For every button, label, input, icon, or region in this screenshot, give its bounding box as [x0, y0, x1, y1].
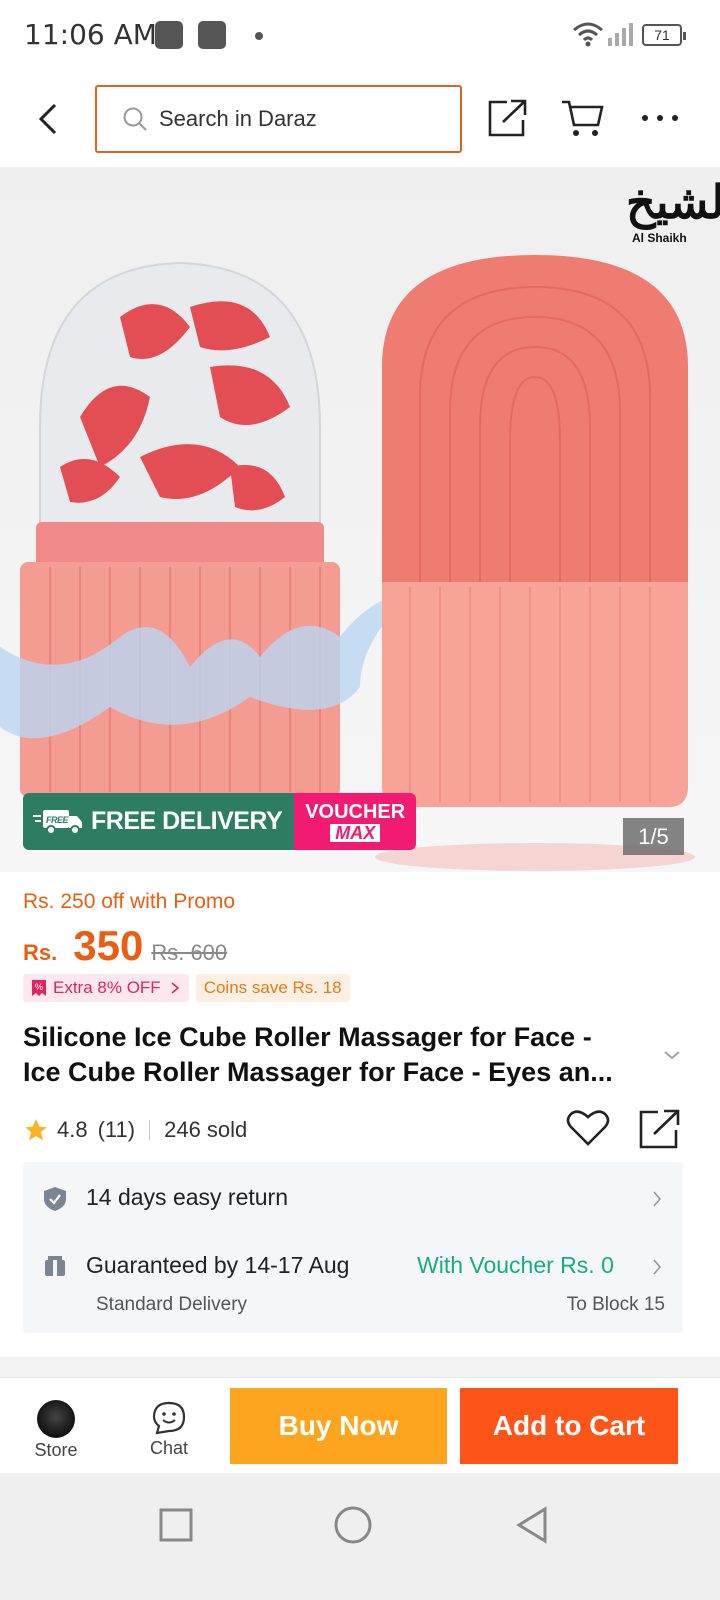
product-title-line1: Silicone Ice Cube Roller Massager for Fa… — [23, 1022, 592, 1052]
discount-tags: % Extra 8% OFF Coins save Rs. 18 — [23, 974, 350, 1002]
more-button[interactable] — [636, 94, 684, 142]
svg-text:%: % — [35, 982, 43, 992]
chevron-right-icon — [653, 1259, 662, 1275]
product-title-line2: Ice Cube Roller Massager for Face - Eyes… — [23, 1057, 613, 1087]
sold-count: 246 sold — [164, 1117, 248, 1142]
image-counter: 1/5 — [623, 818, 684, 855]
cart-icon — [562, 100, 604, 136]
service-card: 14 days easy return Guaranteed by 14-17 … — [23, 1162, 683, 1333]
top-nav: Search in Daraz — [0, 72, 720, 167]
back-icon — [38, 103, 57, 135]
package-icon — [45, 1256, 65, 1276]
chat-icon — [152, 1401, 186, 1435]
free-delivery-text: FREE DELIVERY — [91, 807, 283, 835]
coins-tag: Coins save Rs. 18 — [195, 974, 350, 1002]
search-input[interactable]: Search in Daraz — [95, 85, 462, 153]
store-button[interactable]: Store — [16, 1400, 96, 1461]
delivery-row[interactable]: Guaranteed by 14-17 Aug With Voucher Rs.… — [23, 1234, 683, 1333]
voucher-max-badge: VOUCHER MAX — [294, 793, 417, 850]
promo-text: Rs. 250 off with Promo — [23, 890, 236, 913]
divider — [149, 1120, 151, 1140]
review-count: (11) — [97, 1117, 136, 1142]
status-bar: 11:06 AM 71 — [0, 0, 720, 72]
section-divider — [0, 1357, 720, 1377]
promo-badge: FREE FREE DELIVERY VOUCHER MAX — [23, 793, 417, 850]
store-label: Store — [34, 1440, 78, 1460]
share-icon — [488, 99, 527, 137]
store-avatar — [37, 1400, 75, 1438]
wishlist-heart-icon[interactable] — [566, 1108, 610, 1148]
chat-button[interactable]: Chat — [129, 1400, 209, 1459]
more-notifications-icon — [255, 32, 263, 40]
share-icon[interactable] — [638, 1108, 682, 1150]
current-price: 350 — [73, 922, 144, 969]
free-delivery-badge: FREE FREE DELIVERY — [23, 793, 295, 850]
recents-square-icon — [159, 1508, 193, 1542]
delivery-voucher-text: With Voucher Rs. 0 — [417, 1252, 614, 1278]
notification-icon — [155, 21, 183, 49]
star-icon — [25, 1119, 47, 1141]
battery-icon: 71 — [642, 24, 686, 46]
truck-icon: FREE — [33, 809, 82, 835]
product-image — [0, 255, 695, 871]
bottom-action-bar: Store Chat Buy Now Add to Cart — [0, 1377, 720, 1473]
chevron-down-icon[interactable] — [660, 1043, 684, 1067]
cart-button[interactable] — [558, 94, 606, 142]
free-label: FREE — [46, 815, 70, 825]
brand-logo-arabic: الشيخ — [626, 175, 720, 229]
signal-icon — [573, 22, 633, 47]
system-nav-bar — [0, 1473, 720, 1600]
search-placeholder: Search in Daraz — [159, 106, 317, 131]
home-circle-icon — [334, 1506, 372, 1544]
delivery-location: To Block 15 — [566, 1294, 665, 1315]
chevron-right-icon — [653, 1191, 662, 1207]
chevron-right-icon — [171, 982, 179, 994]
shield-check-icon — [44, 1187, 66, 1211]
buy-now-button[interactable]: Buy Now — [230, 1388, 447, 1464]
delivery-text: Guaranteed by 14-17 Aug — [86, 1252, 350, 1278]
return-text: 14 days easy return — [86, 1184, 289, 1210]
product-title: Silicone Ice Cube Roller Massager for Fa… — [23, 1020, 663, 1090]
extra-off-label: Extra 8% OFF — [53, 978, 161, 997]
add-to-cart-button[interactable]: Add to Cart — [460, 1388, 678, 1464]
extra-off-tag[interactable]: % Extra 8% OFF — [23, 974, 189, 1002]
share-button[interactable] — [484, 94, 532, 142]
search-icon — [121, 105, 149, 133]
back-triangle-icon — [516, 1506, 547, 1544]
system-back-button[interactable] — [510, 1503, 554, 1547]
recents-button[interactable] — [154, 1503, 198, 1547]
brand-logo-latin: Al Shaikh — [632, 231, 687, 245]
more-icon — [642, 115, 678, 121]
original-price: Rs. 600 — [151, 940, 228, 965]
notification-icon — [198, 21, 226, 49]
currency-label: Rs. — [23, 940, 58, 965]
price-row: Rs. 350 Rs. 600 — [23, 922, 227, 970]
voucher-max-text: MAX — [330, 823, 381, 842]
chat-label: Chat — [149, 1438, 189, 1458]
rating-value: 4.8 — [57, 1117, 88, 1142]
back-button[interactable] — [28, 92, 68, 146]
brand-logo: الشيخ Al Shaikh — [626, 175, 720, 255]
rating-row[interactable]: 4.8 (11) 246 sold — [23, 1112, 247, 1148]
product-image-gallery[interactable]: الشيخ Al Shaikh FREE FREE DELIVERY VOUCH… — [0, 167, 720, 872]
return-policy-row[interactable]: 14 days easy return — [23, 1162, 683, 1234]
voucher-text: VOUCHER — [305, 800, 406, 823]
delivery-type: Standard Delivery — [96, 1294, 248, 1315]
status-time: 11:06 AM — [24, 18, 157, 51]
coupon-icon: % — [32, 980, 46, 996]
home-button[interactable] — [331, 1503, 375, 1547]
